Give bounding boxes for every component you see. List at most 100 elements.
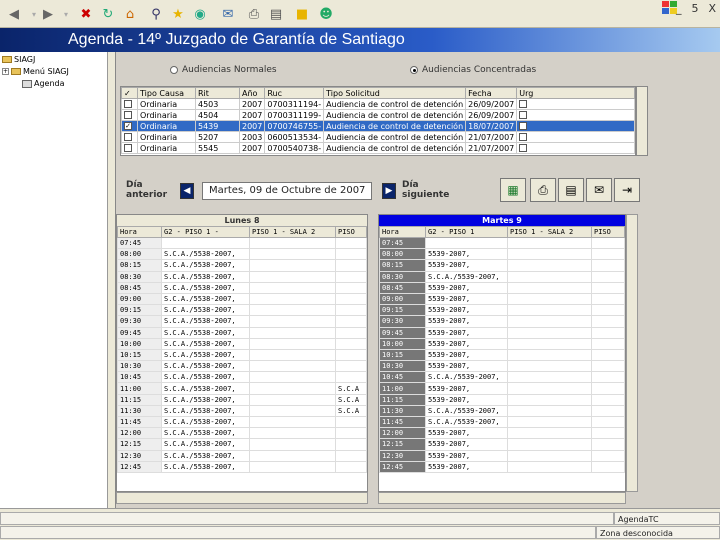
splitter[interactable] bbox=[108, 52, 116, 508]
column-header-anio[interactable]: Año bbox=[238, 87, 266, 99]
cell-room-2[interactable] bbox=[507, 438, 592, 451]
cell-room-2[interactable] bbox=[249, 348, 336, 362]
cell-room-3[interactable] bbox=[591, 315, 625, 328]
cell-room-2[interactable] bbox=[249, 449, 336, 462]
cell-room-2[interactable] bbox=[507, 337, 592, 350]
cell-hora[interactable]: 10:00 bbox=[379, 337, 426, 350]
cell-room-1[interactable]: 5539-2007, bbox=[425, 281, 508, 294]
cell-room-1[interactable]: S.C.A./5538-2007, bbox=[161, 382, 250, 395]
cell-room-3[interactable] bbox=[335, 371, 367, 384]
schedule-row[interactable]: 11:15 S.C.A./5538-2007, S.C.A bbox=[117, 393, 367, 406]
cell-room-1[interactable]: S.C.A./5538-2007, bbox=[161, 348, 250, 362]
schedule-row[interactable]: 11:30 S.C.A./5539-2007, bbox=[379, 404, 625, 418]
table-row[interactable]: Ordinaria 5545 2007 0700540738- Audiencia de… bbox=[121, 142, 635, 154]
cell-room-3[interactable] bbox=[591, 259, 625, 272]
schedule-monday-hscrollbar[interactable] bbox=[116, 492, 368, 504]
cell-room-3[interactable] bbox=[335, 236, 367, 250]
cell-room-1[interactable]: 5539-2007, bbox=[425, 315, 508, 328]
cell-room-3[interactable] bbox=[591, 382, 625, 395]
cell-room-3[interactable] bbox=[335, 337, 367, 350]
cell-hora[interactable]: 11:45 bbox=[117, 415, 162, 429]
cell-hora[interactable]: 11:15 bbox=[379, 393, 426, 406]
schedule-row[interactable]: 11:00 S.C.A./5538-2007, S.C.A bbox=[117, 382, 367, 395]
cell-hora[interactable]: 09:30 bbox=[117, 315, 162, 328]
cell-hora[interactable]: 07:45 bbox=[379, 236, 426, 250]
cell-room-1[interactable]: 5539-2007, bbox=[425, 393, 508, 406]
cell-room-3[interactable] bbox=[591, 281, 625, 294]
schedule-row[interactable]: 08:30 S.C.A./5539-2007, bbox=[379, 270, 625, 283]
cell-room-2[interactable] bbox=[249, 292, 336, 306]
home-icon[interactable]: ⌂ bbox=[120, 4, 140, 24]
cell-room-1[interactable]: S.C.A./5538-2007, bbox=[161, 460, 250, 473]
schedule-row[interactable]: 12:45 5539-2007, bbox=[379, 460, 625, 473]
cell-hora[interactable]: 12:15 bbox=[117, 438, 162, 451]
cell-room-1[interactable]: S.C.A./5538-2007, bbox=[161, 438, 250, 451]
cell-room-3[interactable] bbox=[335, 360, 367, 373]
cell-room-3[interactable] bbox=[335, 438, 367, 451]
schedule-row[interactable]: 09:00 S.C.A./5538-2007, bbox=[117, 292, 367, 306]
cell-room-2[interactable] bbox=[249, 404, 336, 418]
close-button[interactable]: X bbox=[708, 2, 716, 15]
discuss-icon[interactable]: ■ bbox=[292, 4, 312, 24]
table-row[interactable]: Ordinaria 4503 2007 0700311194- Audiencia de… bbox=[121, 98, 635, 110]
cell-room-2[interactable] bbox=[249, 248, 336, 261]
cell-room-1[interactable]: 5539-2007, bbox=[425, 259, 508, 272]
cell-room-1[interactable]: 5539-2007, bbox=[425, 348, 508, 362]
cell-room-1[interactable]: S.C.A./5538-2007, bbox=[161, 427, 250, 440]
column-header-check[interactable]: ✓ bbox=[121, 87, 138, 99]
schedule-row[interactable]: 09:45 5539-2007, bbox=[379, 326, 625, 339]
cell-room-1[interactable]: S.C.A./5539-2007, bbox=[425, 404, 508, 418]
cell-room-2[interactable] bbox=[249, 393, 336, 406]
restore-button[interactable]: 5 bbox=[691, 2, 698, 15]
schedule-row[interactable]: 12:15 S.C.A./5538-2007, bbox=[117, 438, 367, 451]
cell-hora[interactable]: 08:45 bbox=[379, 281, 426, 294]
cell-room-2[interactable] bbox=[507, 460, 592, 473]
cell-room-1[interactable]: 5539-2007, bbox=[425, 304, 508, 317]
cell-room-3[interactable] bbox=[335, 281, 367, 294]
next-day-button[interactable]: ▶ bbox=[382, 183, 396, 199]
forward-dropdown-icon[interactable]: ▾ bbox=[56, 4, 76, 24]
schedule-row[interactable]: 09:30 S.C.A./5538-2007, bbox=[117, 315, 367, 328]
tree-item-menu[interactable]: + Menú SIAGJ bbox=[2, 67, 69, 76]
cell-room-2[interactable] bbox=[507, 281, 592, 294]
cell-room-3[interactable] bbox=[335, 348, 367, 362]
cell-hora[interactable]: 11:30 bbox=[379, 404, 426, 418]
column-header-tipo-solicitud[interactable]: Tipo Solicitud bbox=[323, 87, 467, 99]
cell-room-1[interactable]: S.C.A./5538-2007, bbox=[161, 270, 250, 283]
cell-hora[interactable]: 09:45 bbox=[117, 326, 162, 339]
cell-room-3[interactable] bbox=[591, 292, 625, 306]
cell-room-2[interactable] bbox=[249, 326, 336, 339]
cell-room-2[interactable] bbox=[249, 337, 336, 350]
minimize-button[interactable]: _ bbox=[676, 2, 682, 15]
cell-room-3[interactable] bbox=[591, 360, 625, 373]
cell-hora[interactable]: 09:00 bbox=[117, 292, 162, 306]
cell-room-2[interactable] bbox=[507, 315, 592, 328]
cell-room-3[interactable]: S.C.A bbox=[335, 382, 367, 395]
cell-room-1[interactable]: S.C.A./5538-2007, bbox=[161, 415, 250, 429]
cell-room-3[interactable] bbox=[335, 460, 367, 473]
cell-room-3[interactable] bbox=[591, 404, 625, 418]
cell-room-2[interactable] bbox=[507, 371, 592, 384]
checkbox[interactable]: ✓ bbox=[124, 122, 132, 130]
cell-hora[interactable]: 12:30 bbox=[379, 449, 426, 462]
cell-room-1[interactable]: S.C.A./5539-2007, bbox=[425, 270, 508, 283]
cell-room-2[interactable] bbox=[249, 270, 336, 283]
export-excel-button[interactable]: ▦ bbox=[500, 178, 526, 202]
cell-hora[interactable]: 11:00 bbox=[117, 382, 162, 395]
cell-room-1[interactable]: S.C.A./5539-2007, bbox=[425, 371, 508, 384]
schedule-row[interactable]: 08:15 S.C.A./5538-2007, bbox=[117, 259, 367, 272]
cell-hora[interactable]: 09:45 bbox=[379, 326, 426, 339]
mail-icon[interactable]: ✉ bbox=[218, 4, 238, 24]
cell-room-3[interactable] bbox=[335, 304, 367, 317]
cell-room-2[interactable] bbox=[249, 281, 336, 294]
schedule-row[interactable]: 10:45 S.C.A./5539-2007, bbox=[379, 371, 625, 384]
cell-hora[interactable]: 12:00 bbox=[117, 427, 162, 440]
cell-room-3[interactable]: S.C.A bbox=[335, 404, 367, 418]
column-header-ruc[interactable]: Ruc bbox=[264, 87, 325, 99]
edit-icon[interactable]: ▤ bbox=[266, 4, 286, 24]
checkbox[interactable] bbox=[124, 133, 132, 141]
cell-hora[interactable]: 09:15 bbox=[379, 304, 426, 317]
print-preview-button[interactable]: ⎙ bbox=[530, 178, 556, 202]
schedule-row[interactable]: 10:45 S.C.A./5538-2007, bbox=[117, 371, 367, 384]
cell-room-3[interactable] bbox=[591, 393, 625, 406]
